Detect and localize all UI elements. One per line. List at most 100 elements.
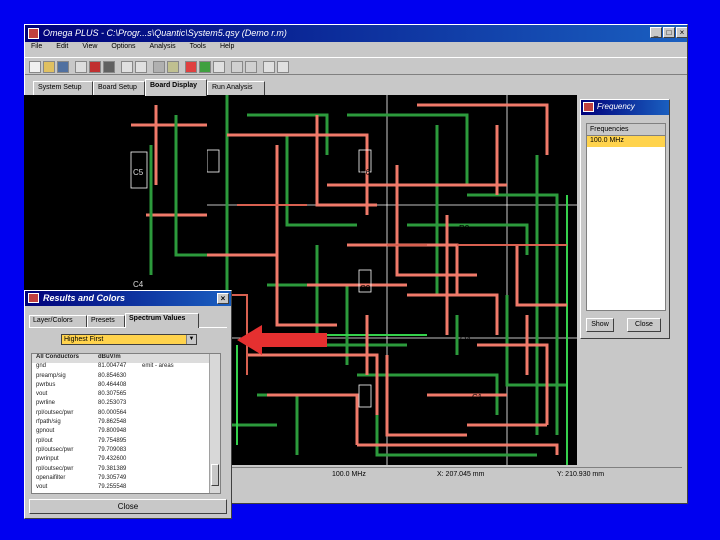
label-q6: Q6 [247,168,258,177]
tool-dark-icon[interactable] [103,61,115,73]
tool-red-icon[interactable] [89,61,101,73]
maximize-button[interactable]: □ [663,27,675,38]
table-row[interactable]: rpl/outsec/pwr 79.381389 [32,466,220,475]
conductor-name-cell: rfpath/sig [36,419,61,426]
value-cell: 79.432600 [98,456,127,463]
frequency-title: Frequency [597,102,635,111]
table-header-row[interactable]: All Conductors dBuV/m [32,354,220,364]
menu-tools[interactable]: Tools [190,43,206,56]
status-frequency: 100.0 MHz [332,471,366,478]
menubar: File Edit View Options Analysis Tools He… [25,43,687,56]
tool-grid-icon[interactable] [121,61,133,73]
table-row[interactable]: rpl/out 79.754895 [32,438,220,447]
table-row[interactable]: preamp/sig 80.854630 [32,373,220,382]
menu-view[interactable]: View [82,43,97,56]
value-cell: 79.075753 [98,493,126,494]
frequency-close-button[interactable]: Close [627,318,661,332]
tool-bars-icon[interactable] [213,61,225,73]
tool-help-icon[interactable] [277,61,289,73]
value-cell: 79.255548 [98,484,127,491]
tool-chart-icon[interactable] [135,61,147,73]
tab-system-setup[interactable]: System Setup [33,81,93,95]
results-window-icon [28,293,39,303]
table-row[interactable]: pwrline 80.253073 [32,400,220,409]
value-cell: 80.464408 [98,381,127,388]
tool-green-icon[interactable] [199,61,211,73]
value-cell: 79.754895 [98,437,127,444]
conductor-name-cell: preamp/sig [36,372,66,379]
tool-table-icon[interactable] [231,61,243,73]
close-window-button[interactable]: × [676,27,687,38]
table-row[interactable]: openaifilter 79.305749 [32,475,220,484]
scrollbar-thumb[interactable] [211,464,219,486]
toolbar [25,57,687,75]
tab-spectrum-values[interactable]: Spectrum Values [125,313,199,328]
menu-options[interactable]: Options [111,43,135,56]
tab-board-setup[interactable]: Board Setup [93,81,145,95]
table-row[interactable]: rfpath/sig 79.862548 [32,419,220,428]
table-row[interactable]: pwrbus 80.464408 [32,382,220,391]
new-file-icon[interactable] [29,61,41,73]
conductor-name-cell: cml/blk/sig [36,493,64,494]
table-row[interactable]: rpl/outsec/pwr 80.000564 [32,410,220,419]
table-row[interactable]: vout 79.255548 [32,484,220,493]
tool-print-icon[interactable] [263,61,275,73]
sort-order-value: Highest First [64,336,104,343]
table-row[interactable]: pwrinput 79.432600 [32,456,220,465]
label-c6: C6 [360,168,371,177]
tool-layer-icon[interactable] [153,61,165,73]
menu-analysis[interactable]: Analysis [150,43,176,56]
label-r1: R1 [234,224,245,233]
conductor-name-cell: All Conductors [36,354,79,360]
tool-b-icon[interactable] [167,61,179,73]
spectrum-values-table: All Conductors dBuV/m gnd 81.004747 emit - a… [31,353,221,494]
pcb-board-display[interactable]: C5 Q6 C6 C5 R1 R2 Q3 C3 C2 Q4 Q1 C1 C1 [207,95,577,465]
view-icon[interactable] [75,61,87,73]
table-row[interactable]: gpnout 79.800948 [32,428,220,437]
conductor-name-cell: rpl/outsec/pwr [36,465,74,472]
value-cell: 79.800948 [98,428,127,435]
show-button[interactable]: Show [586,318,614,332]
frequency-window-icon [583,102,594,112]
save-icon[interactable] [57,61,69,73]
menu-help[interactable]: Help [220,43,234,56]
value-cell: 80.854630 [98,372,127,379]
conductor-name-cell: openaifilter [36,474,66,481]
minimize-button[interactable]: _ [650,27,662,38]
conductor-name-cell: rpl/outsec/pwr [36,409,74,416]
value-cell: 81.004747 [98,363,127,370]
sort-order-select[interactable]: Highest First ▼ [61,334,197,345]
main-titlebar: Omega PLUS - C:\Progr...s\Quantic\System… [25,25,687,42]
menu-file[interactable]: File [31,43,42,56]
tab-presets[interactable]: Presets [87,315,125,327]
board-left-traces [131,105,207,275]
frequency-list: Frequencies 100.0 MHz [586,123,666,311]
window-title: Omega PLUS - C:\Progr...s\Quantic\System… [43,28,287,38]
conductor-name-cell: vout [36,391,48,398]
label-q4: Q4 [460,335,471,344]
table-row[interactable]: gnd 81.004747 emit - areas [32,363,220,372]
menu-edit[interactable]: Edit [56,43,68,56]
conductor-name-cell: pwrbus [36,381,56,388]
results-close-button[interactable]: Close [29,499,227,514]
tool-list-icon[interactable] [245,61,257,73]
table-row[interactable]: rpl/outsec/pwr 79.709083 [32,447,220,456]
value-cell: 80.000564 [98,409,127,416]
tab-layer-colors[interactable]: Layer/Colors [29,315,87,327]
conductor-name-cell: vout [36,484,48,491]
tab-board-display[interactable]: Board Display [145,79,207,96]
table-row[interactable]: cml/blk/sig 79.075753 [32,493,220,494]
chevron-down-icon[interactable]: ▼ [186,335,196,344]
results-close-x-button[interactable]: × [217,293,229,304]
conductor-name-cell: pwrline [36,400,56,407]
value-cell: 79.709083 [98,446,127,453]
label-q3: Q3 [247,281,258,290]
tool-colors-icon[interactable] [185,61,197,73]
results-scrollbar[interactable] [209,354,220,493]
results-colors-window: Results and Colors × Layer/Colors Preset… [24,290,232,519]
frequency-list-item[interactable]: 100.0 MHz [587,136,665,147]
table-row[interactable]: vout 80.307565 [32,391,220,400]
open-folder-icon[interactable] [43,61,55,73]
label-r2: R2 [459,224,470,233]
tab-run-analysis[interactable]: Run Analysis [207,81,265,95]
